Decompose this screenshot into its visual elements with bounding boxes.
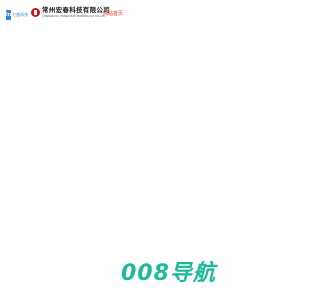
company-logo-text: 常州宏春科技有限公司 CHANGZHOU HONGCHUN TECHNOLOGY… xyxy=(42,6,110,19)
company-logo[interactable]: 常州宏春科技有限公司 CHANGZHOU HONGCHUN TECHNOLOGY… xyxy=(31,6,110,23)
partner-logo-badge: in xyxy=(6,9,12,20)
brand-title: 008导航 xyxy=(121,261,216,286)
site-header: in 七曲科技 常州宏春科技有限公司 CHANGZHOU HONGCHUN TE… xyxy=(0,0,300,28)
company-name-en: CHANGZHOU HONGCHUN TECHNOLOGY CO.,LTD xyxy=(42,15,106,18)
partner-logo-name: 七曲科技 xyxy=(12,11,29,17)
company-seal-icon xyxy=(31,8,40,17)
home-link[interactable]: 网站首页 xyxy=(103,11,123,18)
company-name-cn: 常州宏春科技有限公司 xyxy=(42,6,110,14)
partner-logo[interactable]: in 七曲科技 xyxy=(6,9,28,20)
